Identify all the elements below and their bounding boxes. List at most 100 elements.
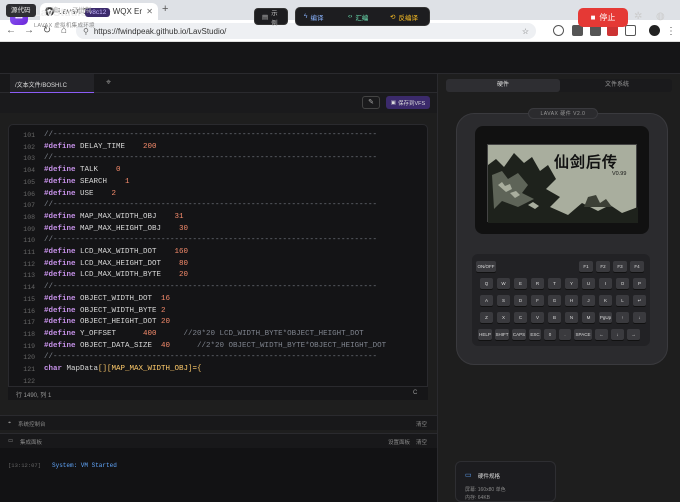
key-button[interactable]: ↑ [616, 312, 629, 323]
key-button[interactable]: ↓ [633, 312, 646, 323]
cursor-position: 行 1490, 列 1 [16, 393, 52, 399]
line-number: 113 [23, 272, 35, 280]
code-editor[interactable]: 101 //-----------------------------------… [8, 124, 428, 400]
debug-icon[interactable]: ✲ [634, 11, 642, 22]
panel-settings-button[interactable]: 设置面板 [388, 438, 410, 446]
globe-icon[interactable]: ◍ [656, 11, 665, 22]
back-icon[interactable]: ← [4, 24, 18, 38]
key-button[interactable]: . [559, 329, 571, 340]
line-text: //--------------------------------------… [44, 201, 378, 210]
code-line: 106 #define USE 2 [9, 189, 427, 201]
tab-hardware[interactable]: 硬件 [446, 79, 560, 92]
puzzle-icon[interactable] [625, 25, 636, 36]
key-button[interactable]: HELP [478, 329, 492, 340]
key-button[interactable]: SHIFT [495, 329, 509, 340]
key-button[interactable]: B [548, 312, 561, 323]
menu-dots-icon[interactable]: ⋮ [664, 25, 678, 39]
new-tab-icon[interactable]: + [162, 3, 168, 15]
key-button[interactable]: → [627, 329, 640, 340]
key-button[interactable]: F4 [630, 261, 644, 272]
key-button[interactable]: F3 [613, 261, 627, 272]
line-text: #define TALK 0 [44, 166, 121, 175]
key-button[interactable]: ESC [529, 329, 541, 340]
line-text: #define LCD_MAX_WIDTH_BYTE 20 [44, 271, 189, 280]
key-button[interactable]: K [599, 295, 612, 306]
panel-divider[interactable] [437, 74, 438, 502]
decompile-button[interactable]: ⟲ 反编译 [384, 10, 424, 23]
app-subtitle: LAVAX 虚拟机集成环境 [34, 23, 95, 29]
key-button[interactable]: 0 [544, 329, 556, 340]
key-button[interactable]: ↓ [611, 329, 624, 340]
line-text: //--------------------------------------… [44, 353, 378, 362]
line-text: #define OBJECT_WIDTH_BYTE 2 [44, 306, 166, 315]
file-tab-boshi[interactable]: /文本文件/BOSHI.C [10, 74, 94, 93]
line-text: #define MAP_MAX_HEIGHT_OBJ 30 [44, 224, 189, 233]
key-button[interactable]: N [565, 312, 578, 323]
panel-clear-button[interactable]: 清空 [416, 438, 427, 446]
stop-icon: ■ [590, 13, 596, 22]
assemble-button[interactable]: ‹› 汇编 [342, 10, 374, 23]
system-clear-button[interactable]: 清空 [416, 420, 427, 428]
key-button[interactable]: V [531, 312, 544, 323]
extension-circle-icon[interactable] [553, 25, 564, 36]
key-button[interactable]: Q [480, 278, 493, 289]
examples-button[interactable]: ▤ 示例 [254, 8, 288, 27]
key-button[interactable]: E [514, 278, 527, 289]
add-file-icon[interactable]: ⌖ [106, 77, 111, 88]
mode-tab-assembly[interactable]: 汇编 [40, 4, 63, 17]
compile-button[interactable]: ϟ 编译 [298, 10, 329, 23]
mode-tab-source[interactable]: 源代码 [6, 4, 36, 17]
key-button[interactable]: G [548, 295, 561, 306]
key-button[interactable]: Y [565, 278, 578, 289]
line-number: 118 [23, 330, 35, 338]
tab-filesystem[interactable]: 文件系统 [562, 79, 672, 92]
lcd-version: V0.99 [612, 171, 627, 177]
line-text: #define DELAY_TIME 200 [44, 142, 157, 151]
key-button[interactable]: H [565, 295, 578, 306]
stop-button[interactable]: ■ 停止 [578, 8, 628, 27]
key-button[interactable]: T [548, 278, 561, 289]
key-button[interactable]: A [480, 295, 493, 306]
key-button[interactable]: L [616, 295, 629, 306]
key-button[interactable]: F [531, 295, 544, 306]
mode-tab-binary[interactable]: 二进制 [67, 4, 97, 17]
bookmark-icon[interactable]: ☆ [522, 27, 529, 36]
key-button[interactable]: W [497, 278, 510, 289]
key-button[interactable]: SPACE [574, 329, 592, 340]
key-button[interactable]: PgUp [599, 312, 612, 323]
key-button[interactable]: R [531, 278, 544, 289]
line-text: char MapData[][MAP_MAX_WIDTH_OBJ]={ [44, 365, 202, 373]
key-button[interactable]: ON/OFF [476, 261, 496, 272]
key-button[interactable]: I [599, 278, 612, 289]
code-line: 107 //-----------------------------------… [9, 200, 427, 212]
key-button[interactable]: P [633, 278, 646, 289]
code-line: 117 #define OBJECT_HEIGHT_DOT 20 [9, 317, 427, 329]
system-console-bar[interactable]: ⌖ 系统控制台 清空 [0, 415, 437, 430]
profile-avatar[interactable] [649, 25, 660, 36]
log-timestamp: [13:12:07] [8, 462, 42, 469]
lcd-screen[interactable]: 仙剑后传 V0.99 [487, 144, 638, 223]
key-button[interactable]: D [514, 295, 527, 306]
key-button[interactable]: O [616, 278, 629, 289]
save-vfs-button[interactable]: ▣ 保存到VFS [386, 96, 430, 109]
debug-panel-bar[interactable]: ▭ 集成面板 设置面板 清空 [0, 433, 437, 448]
key-button[interactable]: C [514, 312, 527, 323]
key-button[interactable]: S [497, 295, 510, 306]
code-line: 109 #define MAP_MAX_HEIGHT_OBJ 30 [9, 224, 427, 236]
key-button[interactable]: ↵ [633, 295, 646, 306]
code-icon: ‹› [348, 13, 353, 20]
key-button[interactable]: X [497, 312, 510, 323]
key-button[interactable]: M [582, 312, 595, 323]
key-button[interactable]: F2 [596, 261, 610, 272]
edit-icon[interactable]: ✎ [362, 96, 380, 109]
key-button[interactable]: U [582, 278, 595, 289]
key-button[interactable]: ← [595, 329, 608, 340]
key-button[interactable]: J [582, 295, 595, 306]
key-button[interactable]: Z [480, 312, 493, 323]
line-number: 102 [23, 143, 35, 151]
key-button[interactable]: F1 [579, 261, 593, 272]
line-number: 108 [23, 213, 35, 221]
line-text: #define SEARCH 1 [44, 177, 130, 186]
close-icon[interactable]: ✕ [146, 7, 153, 16]
key-button[interactable]: CAPS [512, 329, 526, 340]
